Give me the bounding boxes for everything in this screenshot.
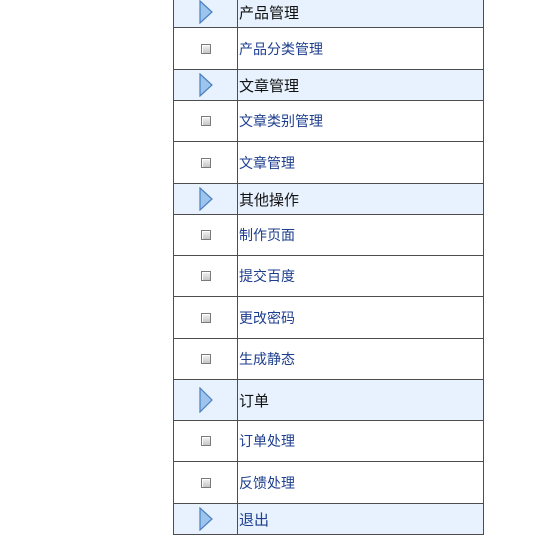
- bullet-icon-cell: [174, 297, 238, 338]
- square-bullet-icon: [200, 477, 211, 488]
- square-bullet-icon: [200, 354, 211, 364]
- arrow-icon-cell: [174, 504, 238, 534]
- right-arrow-icon: [198, 387, 213, 413]
- arrow-icon-cell: [174, 0, 238, 27]
- bullet-icon-cell: [174, 462, 238, 503]
- right-arrow-icon: [198, 507, 213, 531]
- menu-item-label[interactable]: 更改密码: [238, 297, 483, 338]
- bullet-icon-cell: [174, 142, 238, 183]
- arrow-icon-cell: [174, 70, 238, 100]
- menu-item-generate-static[interactable]: 生成静态: [174, 339, 483, 380]
- sidebar-menu: 产品管理 产品分类管理 文章管理 文章类别管理 文章管理 其他操作 制作页面 提…: [173, 0, 484, 535]
- right-arrow-icon: [198, 187, 213, 211]
- menu-item-article-manage[interactable]: 文章管理: [174, 142, 483, 184]
- section-title-logout[interactable]: 退出: [238, 504, 483, 534]
- menu-item-label[interactable]: 反馈处理: [238, 462, 483, 503]
- section-title-other: 其他操作: [239, 190, 300, 209]
- section-header-logout[interactable]: 退出: [174, 504, 483, 535]
- menu-item-label[interactable]: 生成静态: [238, 339, 483, 379]
- menu-item-label[interactable]: 文章类别管理: [238, 101, 483, 141]
- bullet-icon-cell: [174, 215, 238, 255]
- square-bullet-icon: [200, 312, 211, 323]
- menu-item-order-process[interactable]: 订单处理: [174, 421, 483, 462]
- menu-item-feedback-process[interactable]: 反馈处理: [174, 462, 483, 504]
- section-title-orders: 订单: [239, 391, 270, 410]
- menu-item-make-page[interactable]: 制作页面: [174, 215, 483, 256]
- section-title-articles: 文章管理: [239, 76, 300, 95]
- menu-item-label[interactable]: 制作页面: [238, 215, 483, 255]
- menu-item-label[interactable]: 订单处理: [238, 421, 483, 461]
- section-header-products[interactable]: 产品管理: [174, 0, 483, 28]
- arrow-icon-cell: [174, 184, 238, 214]
- right-arrow-icon: [198, 73, 213, 97]
- menu-item-change-password[interactable]: 更改密码: [174, 297, 483, 339]
- square-bullet-icon: [200, 271, 211, 281]
- menu-item-label[interactable]: 提交百度: [238, 256, 483, 296]
- menu-item-article-category[interactable]: 文章类别管理: [174, 101, 483, 142]
- arrow-icon-cell: [174, 380, 238, 420]
- square-bullet-icon: [200, 157, 211, 168]
- menu-item-label[interactable]: 文章管理: [238, 142, 483, 183]
- square-bullet-icon: [200, 230, 211, 240]
- bullet-icon-cell: [174, 421, 238, 461]
- bullet-icon-cell: [174, 339, 238, 379]
- bullet-icon-cell: [174, 28, 238, 69]
- square-bullet-icon: [200, 436, 211, 446]
- menu-item-label[interactable]: 产品分类管理: [238, 28, 483, 69]
- section-header-articles[interactable]: 文章管理: [174, 70, 483, 101]
- menu-item-submit-baidu[interactable]: 提交百度: [174, 256, 483, 297]
- square-bullet-icon: [200, 43, 211, 54]
- section-header-other[interactable]: 其他操作: [174, 184, 483, 215]
- section-header-orders[interactable]: 订单: [174, 380, 483, 421]
- right-arrow-icon: [198, 0, 213, 24]
- section-title-products: 产品管理: [239, 3, 300, 22]
- square-bullet-icon: [200, 116, 211, 126]
- bullet-icon-cell: [174, 256, 238, 296]
- menu-item-product-category[interactable]: 产品分类管理: [174, 28, 483, 70]
- bullet-icon-cell: [174, 101, 238, 141]
